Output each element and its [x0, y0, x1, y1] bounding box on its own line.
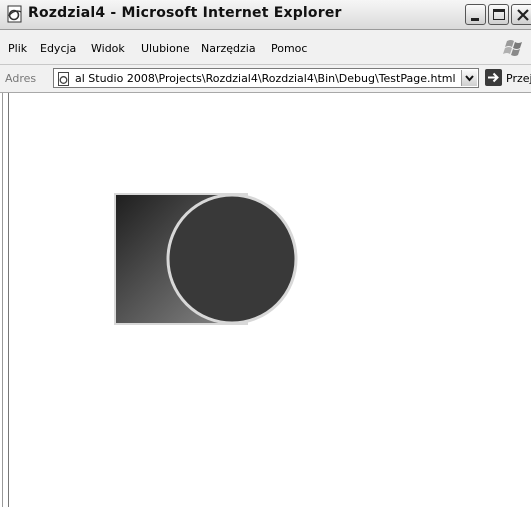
window-left-border: [0, 93, 9, 507]
menu-item-edycja[interactable]: Edycja: [40, 42, 76, 55]
title-bar[interactable]: Rozdzial4 - Microsoft Internet Explorer: [0, 0, 531, 30]
go-button[interactable]: Przejdź: [485, 69, 531, 88]
close-icon: [517, 9, 529, 21]
go-arrow-icon: [485, 69, 502, 86]
chevron-down-icon: [465, 75, 474, 82]
menu-item-widok[interactable]: Widok: [91, 42, 125, 55]
maximize-button[interactable]: [488, 4, 509, 25]
maximize-icon: [493, 9, 505, 20]
address-value: al Studio 2008\Projects\Rozdzial4\Rozdzi…: [75, 72, 456, 85]
menu-item-narzedzia[interactable]: Narzędzia: [201, 42, 256, 55]
address-bar: Adres al Studio 2008\Projects\Rozdzial4\…: [0, 65, 531, 93]
address-input[interactable]: al Studio 2008\Projects\Rozdzial4\Rozdzi…: [53, 68, 479, 88]
dark-circle: [166, 193, 298, 325]
menu-bar: Plik Edycja Widok Ulubione Narzędzia Pom…: [0, 30, 531, 65]
windows-logo-icon: [503, 38, 525, 58]
ie-page-icon: [6, 5, 24, 23]
go-label: Przejdź: [506, 72, 531, 85]
address-dropdown-button[interactable]: [461, 70, 477, 86]
browser-window: Rozdzial4 - Microsoft Internet Explorer …: [0, 0, 531, 507]
window-title: Rozdzial4 - Microsoft Internet Explorer: [28, 5, 342, 21]
address-label: Adres: [5, 72, 37, 85]
menu-item-ulubione[interactable]: Ulubione: [141, 42, 190, 55]
page-icon: [57, 71, 71, 86]
minimize-icon: [471, 18, 479, 21]
minimize-button[interactable]: [465, 4, 486, 25]
close-button[interactable]: [511, 4, 531, 25]
silverlight-shape: [114, 193, 298, 325]
menu-item-pomoc[interactable]: Pomoc: [271, 42, 307, 55]
menu-item-plik[interactable]: Plik: [8, 42, 27, 55]
